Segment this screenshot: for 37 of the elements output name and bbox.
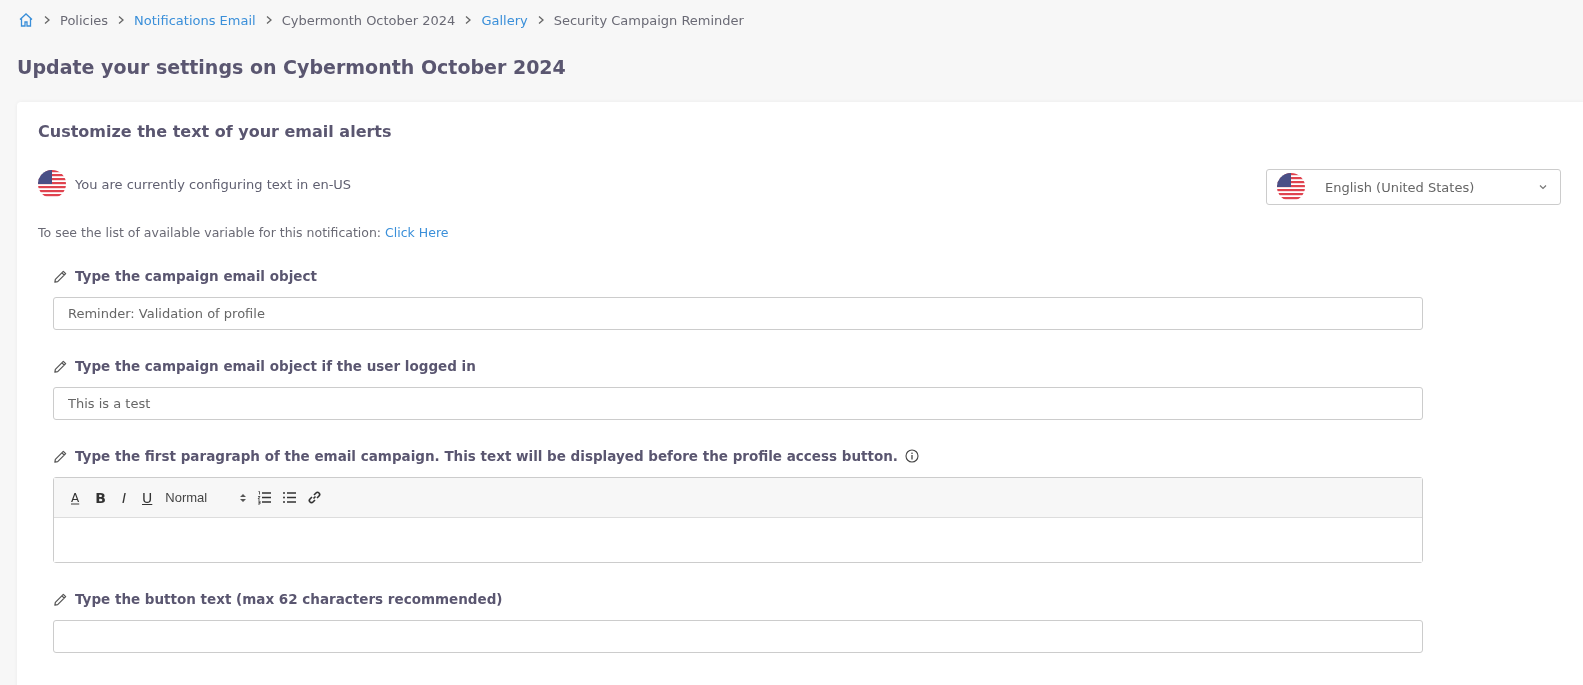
- field-label: Type the campaign email object: [75, 268, 317, 284]
- flag-icon: [38, 170, 66, 198]
- flag-icon: [1277, 173, 1305, 201]
- bullet-list-icon[interactable]: [282, 490, 298, 505]
- format-select[interactable]: Normal: [165, 490, 248, 505]
- text-input-field[interactable]: Reminder: Validation of profile: [53, 297, 1423, 330]
- field-label: Type the campaign email object if the user logged in: [75, 358, 476, 374]
- breadcrumb-item: Security Campaign Reminder: [553, 12, 744, 28]
- underline-button[interactable]: U: [139, 489, 156, 506]
- language-select[interactable]: English (United States): [1266, 169, 1561, 205]
- breadcrumb-link[interactable]: Notifications Email: [134, 12, 256, 28]
- home-icon[interactable]: [18, 12, 34, 28]
- locale-note: You are currently configuring text in en-US: [75, 176, 352, 192]
- field-label: Type the button text (max 62 characters recommended): [75, 591, 503, 607]
- info-icon[interactable]: [904, 449, 919, 463]
- breadcrumb-item: Cybermonth October 2024: [281, 12, 456, 28]
- chevron-down-icon: [1538, 182, 1548, 192]
- bold-button[interactable]: B: [92, 489, 109, 506]
- card-title: Customize the text of your email alerts: [38, 122, 393, 141]
- click-here-link[interactable]: Click Here: [385, 225, 449, 240]
- chevron-right-icon: [42, 15, 52, 25]
- page-title: Update your settings on Cybermonth October 2024: [16, 55, 567, 80]
- breadcrumb-item: Policies: [60, 12, 109, 28]
- breadcrumb-link[interactable]: Gallery: [481, 12, 528, 28]
- color-button[interactable]: A: [68, 490, 83, 505]
- pencil-icon: [53, 268, 68, 284]
- pencil-icon: [53, 448, 68, 464]
- pencil-icon: [53, 358, 68, 374]
- text-input-field[interactable]: [53, 620, 1423, 653]
- up-down-icon: [239, 492, 248, 503]
- link-icon[interactable]: [307, 490, 323, 505]
- variables-note: To see the list of available variable for this notification: Click Here: [38, 225, 450, 240]
- text-input-field[interactable]: This is a test: [53, 387, 1423, 420]
- italic-button[interactable]: I: [118, 489, 130, 506]
- ordered-list-icon[interactable]: [257, 490, 273, 505]
- field-label: Type the first paragraph of the email campaign. This text will be displayed before the profile access button.: [75, 448, 898, 464]
- pencil-icon: [53, 591, 68, 607]
